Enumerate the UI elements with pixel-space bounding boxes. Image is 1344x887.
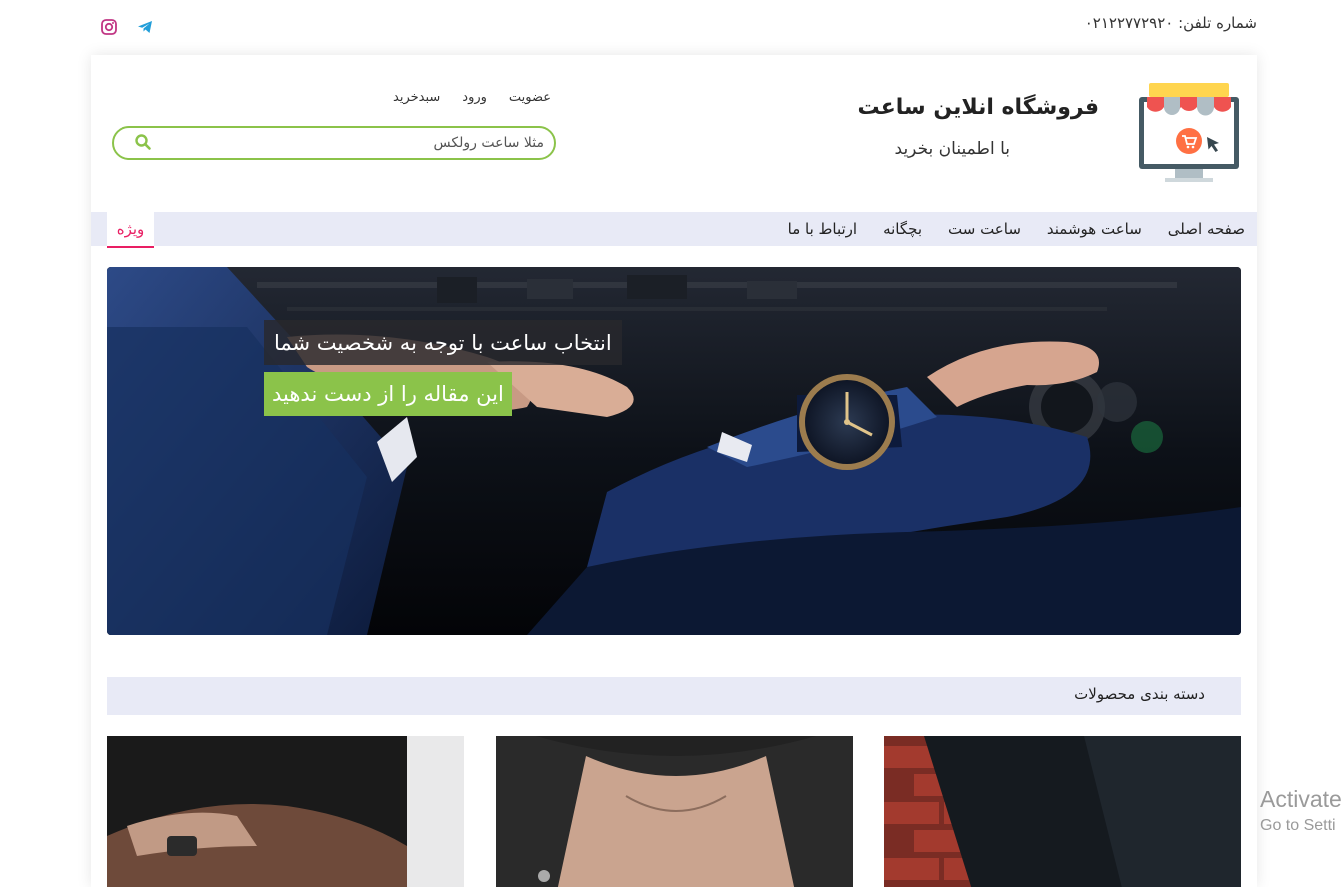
store-cart-icon[interactable]: [1137, 81, 1241, 185]
phone-number: شماره تلفن: ۰۲۱۲۲۷۷۲۹۲۰: [1084, 14, 1257, 32]
login-link[interactable]: ورود: [462, 90, 487, 105]
telegram-icon[interactable]: [136, 18, 154, 36]
site-title[interactable]: فروشگاه انلاین ساعت: [857, 95, 1099, 120]
nav-item-kids[interactable]: بچگانه: [883, 220, 922, 238]
nav-item-home[interactable]: صفحه اصلی: [1168, 220, 1245, 238]
categories-header: دسته بندی محصولات: [107, 677, 1241, 715]
user-links: عضویت ورود سبدخرید: [393, 90, 551, 105]
main-container: فروشگاه انلاین ساعت با اطمینان بخرید عضو…: [91, 55, 1257, 887]
nav-item-couple-watch[interactable]: ساعت ست: [948, 220, 1021, 238]
register-link[interactable]: عضویت: [509, 90, 551, 105]
hero-cta-button[interactable]: این مقاله را از دست ندهید: [264, 372, 512, 416]
windows-activation-watermark: Activate Go to Setti: [1260, 786, 1342, 834]
search-box: [112, 126, 556, 160]
cart-link[interactable]: سبدخرید: [393, 90, 440, 105]
instagram-icon[interactable]: [100, 18, 118, 36]
hero-caption: انتخاب ساعت با توجه به شخصیت شما: [264, 320, 622, 365]
category-card[interactable]: [884, 736, 1241, 887]
category-card[interactable]: [496, 736, 853, 887]
main-nav: صفحه اصلی ساعت هوشمند ساعت ست بچگانه ارت…: [91, 212, 1257, 248]
hero-banner[interactable]: انتخاب ساعت با توجه به شخصیت شما این مقا…: [107, 267, 1241, 635]
nav-item-special[interactable]: ویژه: [107, 212, 154, 248]
nav-item-smartwatch[interactable]: ساعت هوشمند: [1047, 220, 1142, 238]
search-icon[interactable]: [134, 133, 154, 153]
category-card[interactable]: [107, 736, 464, 887]
top-bar: شماره تلفن: ۰۲۱۲۲۷۷۲۹۲۰: [0, 0, 1344, 52]
social-links: [100, 18, 154, 36]
nav-item-contact[interactable]: ارتباط با ما: [788, 220, 857, 238]
site-tagline: با اطمینان بخرید: [894, 139, 1010, 159]
categories-title: دسته بندی محصولات: [1074, 685, 1205, 703]
search-input[interactable]: [154, 133, 544, 153]
